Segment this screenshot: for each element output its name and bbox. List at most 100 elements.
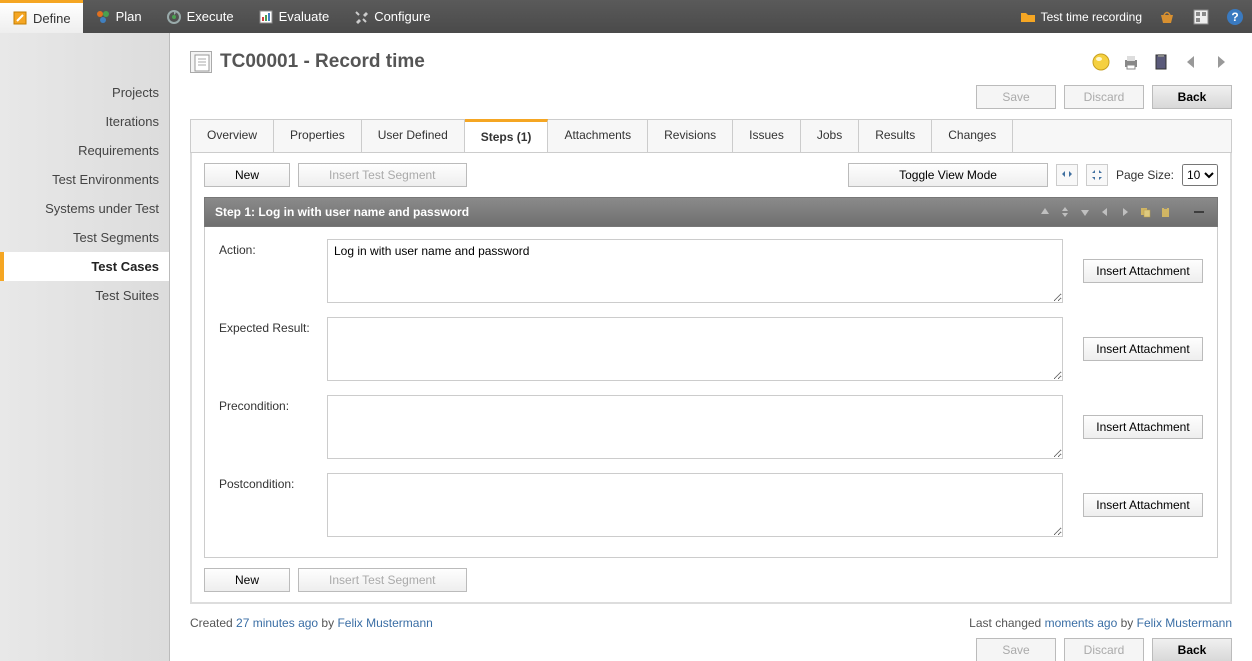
tab-evaluate-label: Evaluate xyxy=(279,9,330,24)
move-up-icon[interactable] xyxy=(1037,204,1053,220)
tab-results[interactable]: Results xyxy=(859,120,932,152)
steps-toolbar-bottom: New Insert Test Segment xyxy=(204,568,1218,592)
test-time-recording-label: Test time recording xyxy=(1041,10,1142,24)
created-time-link[interactable]: 27 minutes ago xyxy=(236,616,318,630)
next-arrow-icon[interactable] xyxy=(1210,51,1232,73)
folder-icon xyxy=(1020,9,1036,25)
insert-test-segment-button-bottom[interactable]: Insert Test Segment xyxy=(298,568,467,592)
expected-result-label: Expected Result: xyxy=(219,317,317,335)
configure-icon xyxy=(353,9,369,25)
tab-jobs[interactable]: Jobs xyxy=(801,120,859,152)
insert-attachment-expected-button[interactable]: Insert Attachment xyxy=(1083,337,1203,361)
tab-plan[interactable]: Plan xyxy=(83,0,154,33)
tab-configure[interactable]: Configure xyxy=(341,0,442,33)
sidebar-label: Systems under Test xyxy=(45,201,159,216)
tab-define[interactable]: Define xyxy=(0,0,83,33)
sidebar-item-requirements[interactable]: Requirements xyxy=(0,136,169,165)
steps-toolbar-top: New Insert Test Segment Toggle View Mode… xyxy=(204,163,1218,187)
save-button[interactable]: Save xyxy=(976,85,1056,109)
action-label: Action: xyxy=(219,239,317,257)
prev-step-icon[interactable] xyxy=(1097,204,1113,220)
content-tabs: Overview Properties User Defined Steps (… xyxy=(190,119,1232,153)
sidebar-item-test-cases[interactable]: Test Cases xyxy=(0,252,169,281)
discard-button[interactable]: Discard xyxy=(1064,85,1144,109)
back-button-bottom[interactable]: Back xyxy=(1152,638,1232,661)
insert-attachment-precondition-button[interactable]: Insert Attachment xyxy=(1083,415,1203,439)
created-user-link[interactable]: Felix Mustermann xyxy=(337,616,432,630)
status-ball-icon[interactable] xyxy=(1090,51,1112,73)
move-down-icon[interactable] xyxy=(1077,204,1093,220)
sidebar-item-test-environments[interactable]: Test Environments xyxy=(0,165,169,194)
tab-evaluate[interactable]: Evaluate xyxy=(246,0,342,33)
step-title: Step 1: Log in with user name and passwo… xyxy=(215,205,469,219)
changed-user-link[interactable]: Felix Mustermann xyxy=(1137,616,1232,630)
meta-row: Created 27 minutes ago by Felix Musterma… xyxy=(190,616,1232,630)
sidebar-item-test-suites[interactable]: Test Suites xyxy=(0,281,169,310)
svg-text:?: ? xyxy=(1231,10,1238,24)
action-buttons-bottom: Save Discard Back xyxy=(190,638,1232,661)
insert-attachment-postcondition-button[interactable]: Insert Attachment xyxy=(1083,493,1203,517)
changed-time-link[interactable]: moments ago xyxy=(1045,616,1118,630)
toolbar-basket-icon[interactable] xyxy=(1150,0,1184,33)
sidebar: Projects Iterations Requirements Test En… xyxy=(0,33,170,661)
tab-attachments[interactable]: Attachments xyxy=(548,120,648,152)
back-button[interactable]: Back xyxy=(1152,85,1232,109)
precondition-label: Precondition: xyxy=(219,395,317,413)
test-time-recording[interactable]: Test time recording xyxy=(1012,0,1150,33)
tab-overview[interactable]: Overview xyxy=(191,120,274,152)
copy-step-icon[interactable] xyxy=(1137,204,1153,220)
tab-revisions[interactable]: Revisions xyxy=(648,120,733,152)
clipboard-icon[interactable] xyxy=(1150,51,1172,73)
action-textarea[interactable] xyxy=(327,239,1063,303)
paste-step-icon[interactable] xyxy=(1157,204,1173,220)
sidebar-item-iterations[interactable]: Iterations xyxy=(0,107,169,136)
page-size-select[interactable]: 10 xyxy=(1182,164,1218,186)
collapse-all-icon[interactable] xyxy=(1056,164,1078,186)
precondition-textarea[interactable] xyxy=(327,395,1063,459)
insert-attachment-action-button[interactable]: Insert Attachment xyxy=(1083,259,1203,283)
created-prefix: Created xyxy=(190,616,236,630)
print-icon[interactable] xyxy=(1120,51,1142,73)
page-header: TC00001 - Record time xyxy=(190,51,1232,73)
tab-user-defined[interactable]: User Defined xyxy=(362,120,465,152)
sidebar-label: Projects xyxy=(112,85,159,100)
insert-test-segment-button[interactable]: Insert Test Segment xyxy=(298,163,467,187)
tab-changes[interactable]: Changes xyxy=(932,120,1013,152)
tab-execute[interactable]: Execute xyxy=(154,0,246,33)
changed-meta: Last changed moments ago by Felix Muster… xyxy=(969,616,1232,630)
new-step-button-bottom[interactable]: New xyxy=(204,568,290,592)
step-body: Action: Insert Attachment Expected Resul… xyxy=(204,227,1218,558)
discard-button-bottom[interactable]: Discard xyxy=(1064,638,1144,661)
previous-arrow-icon[interactable] xyxy=(1180,51,1202,73)
sidebar-item-projects[interactable]: Projects xyxy=(0,78,169,107)
save-button-bottom[interactable]: Save xyxy=(976,638,1056,661)
expected-result-textarea[interactable] xyxy=(327,317,1063,381)
define-icon xyxy=(12,10,28,26)
tab-steps[interactable]: Steps (1) xyxy=(465,119,549,152)
postcondition-textarea[interactable] xyxy=(327,473,1063,537)
sidebar-item-systems-under-test[interactable]: Systems under Test xyxy=(0,194,169,223)
plan-icon xyxy=(95,9,111,25)
new-step-button[interactable]: New xyxy=(204,163,290,187)
execute-icon xyxy=(166,9,182,25)
tab-execute-label: Execute xyxy=(187,9,234,24)
next-step-icon[interactable] xyxy=(1117,204,1133,220)
sidebar-label: Test Environments xyxy=(52,172,159,187)
sidebar-item-test-segments[interactable]: Test Segments xyxy=(0,223,169,252)
postcondition-label: Postcondition: xyxy=(219,473,317,491)
collapse-step-icon[interactable] xyxy=(1191,204,1207,220)
tab-plan-label: Plan xyxy=(116,9,142,24)
sidebar-label: Requirements xyxy=(78,143,159,158)
tab-issues[interactable]: Issues xyxy=(733,120,801,152)
toolbar-help-icon[interactable]: ? xyxy=(1218,0,1252,33)
toolbar-dashboard-icon[interactable] xyxy=(1184,0,1218,33)
content: TC00001 - Record time Save Discard Back … xyxy=(170,33,1252,661)
expand-all-icon[interactable] xyxy=(1086,164,1108,186)
sort-icon[interactable] xyxy=(1057,204,1073,220)
page-title: TC00001 - Record time xyxy=(220,51,1082,73)
document-icon xyxy=(190,51,212,73)
toggle-view-mode-button[interactable]: Toggle View Mode xyxy=(848,163,1048,187)
steps-panel: New Insert Test Segment Toggle View Mode… xyxy=(190,153,1232,604)
tab-properties[interactable]: Properties xyxy=(274,120,362,152)
evaluate-icon xyxy=(258,9,274,25)
